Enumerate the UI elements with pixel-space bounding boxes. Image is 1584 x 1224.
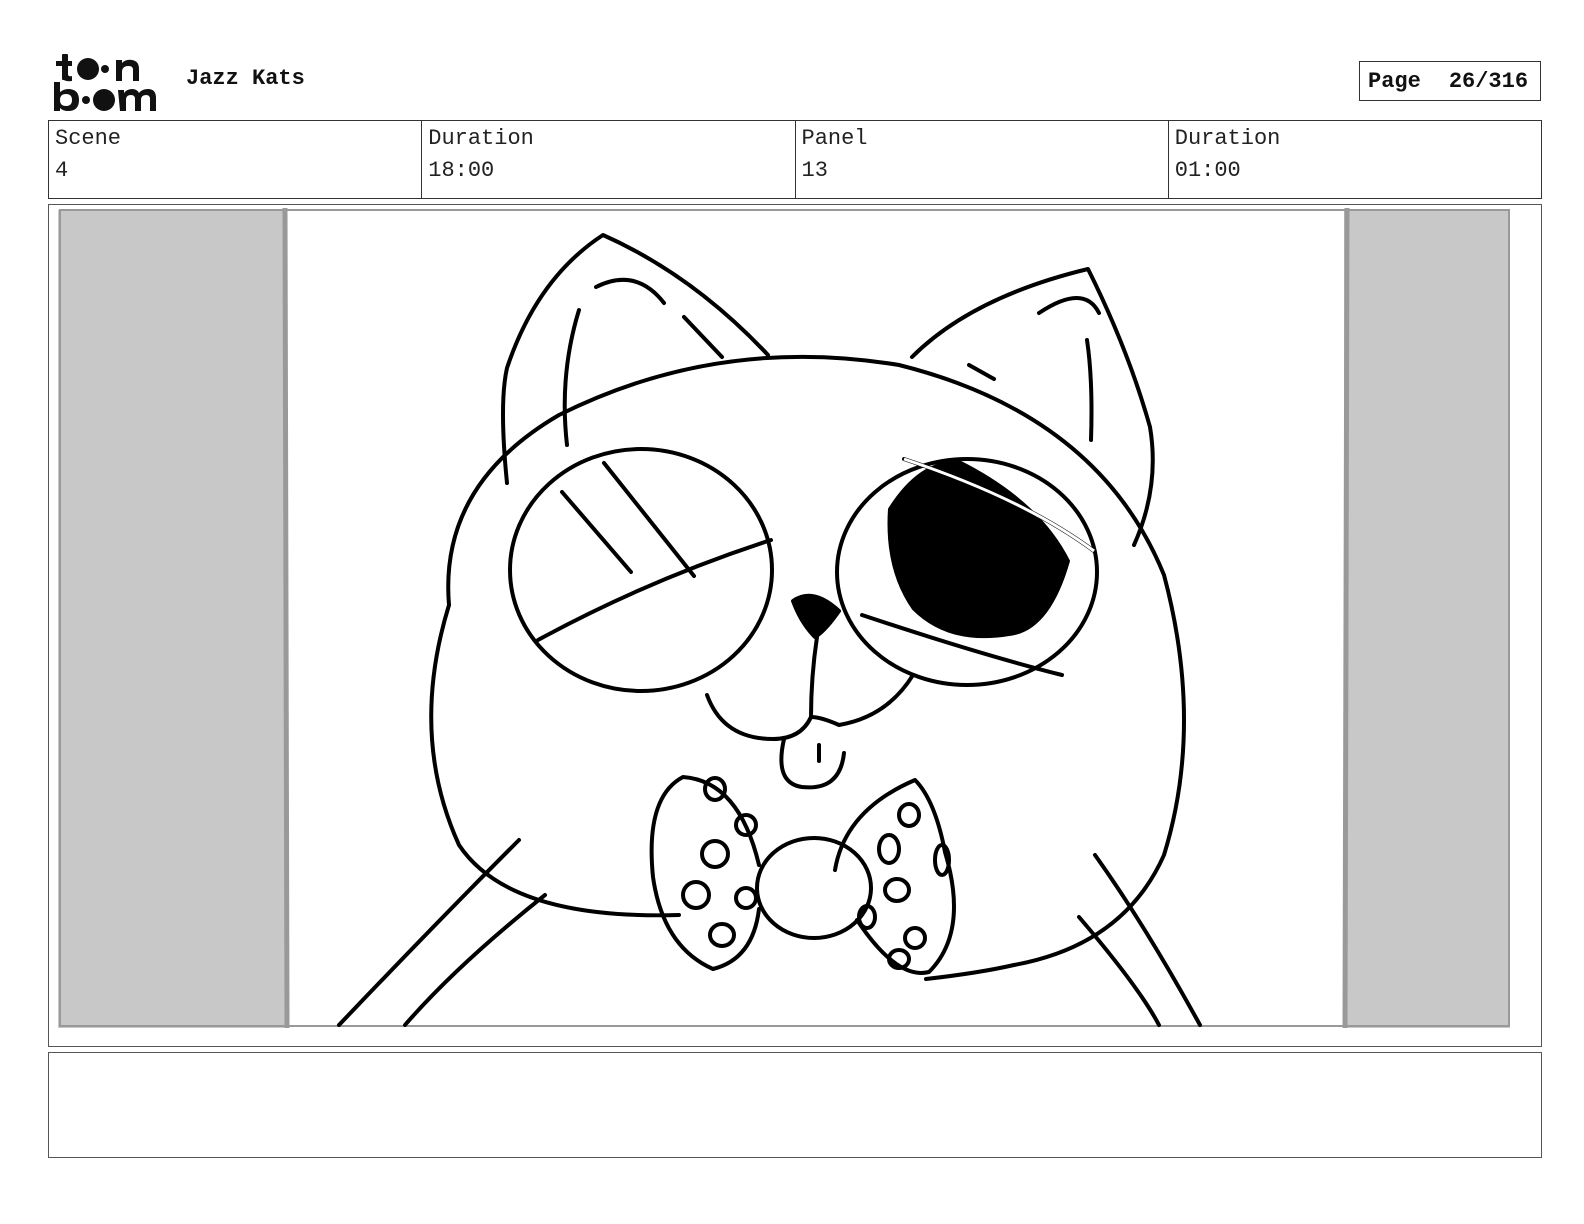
page-indicator: Page 26/316 (1359, 61, 1541, 101)
scene-label: Scene (55, 126, 122, 151)
project-title: Jazz Kats (186, 66, 305, 91)
scene-value: 4 (55, 158, 69, 183)
page-number: 26/316 (1448, 68, 1529, 94)
panel-cell: Panel 13 (796, 121, 1169, 198)
scene-duration-label: Duration (428, 126, 534, 151)
panel-duration-cell: Duration 01:00 (1169, 121, 1541, 198)
scene-duration-value: 18:00 (428, 158, 495, 183)
toon-boom-logo (54, 54, 156, 111)
left-safe-area-bar (58, 210, 287, 1028)
panel-label: Panel (801, 126, 868, 151)
storyboard-panel (48, 204, 1542, 1047)
panel-value: 13 (801, 158, 828, 183)
panel-notes-box[interactable] (48, 1052, 1542, 1158)
cat-sketch-drawing (58, 207, 1510, 1029)
scene-duration-cell: Duration 18:00 (422, 121, 796, 198)
cat-icon (337, 233, 1202, 1027)
panel-duration-label: Duration (1174, 126, 1281, 151)
scene-info-table: Scene 4 Duration 18:00 Panel 13 Duration… (48, 120, 1542, 199)
page-label: Page (1368, 68, 1421, 94)
panel-duration-value: 01:00 (1174, 158, 1241, 183)
scene-cell: Scene 4 (49, 121, 423, 198)
right-safe-area-bar (1344, 210, 1510, 1028)
